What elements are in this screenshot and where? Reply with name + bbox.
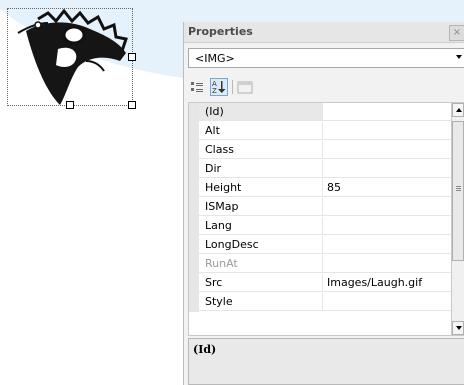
- property-name: Style: [199, 293, 323, 311]
- property-name: Class: [199, 141, 323, 159]
- property-row[interactable]: Dir: [189, 160, 451, 179]
- property-row[interactable]: Src Images/Laugh.gif: [189, 274, 451, 293]
- property-row[interactable]: (Id): [189, 103, 451, 122]
- row-margin: [189, 160, 199, 179]
- row-margin: [189, 255, 199, 274]
- property-value[interactable]: [323, 293, 451, 311]
- property-row[interactable]: RunAt: [189, 255, 451, 274]
- grip-icon: [456, 186, 461, 187]
- scroll-up-button[interactable]: [452, 103, 464, 117]
- object-selector-value: <IMG>: [195, 52, 235, 65]
- property-value[interactable]: [323, 217, 451, 235]
- row-margin: [189, 198, 199, 217]
- scroll-thumb[interactable]: [452, 121, 464, 261]
- categorized-button[interactable]: [188, 78, 206, 96]
- selected-image[interactable]: [7, 8, 136, 109]
- property-row[interactable]: ISMap: [189, 198, 451, 217]
- chevron-down-icon[interactable]: [456, 55, 462, 59]
- property-value[interactable]: [323, 198, 451, 216]
- property-name: Lang: [199, 217, 323, 235]
- property-name: (Id): [199, 103, 323, 121]
- row-margin: [189, 274, 199, 293]
- resize-handle-bottom[interactable]: [66, 101, 74, 109]
- properties-window: Properties × <IMG> A Z (Id) Alt Class Di…: [183, 22, 464, 385]
- property-value[interactable]: [323, 141, 451, 159]
- property-row[interactable]: Style: [189, 293, 451, 312]
- object-selector[interactable]: <IMG>: [188, 48, 464, 68]
- close-icon[interactable]: ×: [449, 25, 464, 41]
- svg-text:Z: Z: [212, 87, 217, 95]
- row-margin: [189, 179, 199, 198]
- description-pane: (Id): [188, 338, 464, 385]
- categorized-icon: [191, 82, 203, 92]
- property-value[interactable]: 85: [323, 179, 451, 197]
- chevron-up-icon: [456, 108, 462, 112]
- property-value[interactable]: Images/Laugh.gif: [323, 274, 451, 292]
- property-name: ISMap: [199, 198, 323, 216]
- property-name: Dir: [199, 160, 323, 178]
- row-margin: [189, 141, 199, 160]
- property-pages-icon: [237, 81, 253, 94]
- laughing-face-image: [17, 9, 128, 105]
- property-grid: (Id) Alt Class Dir Height 85 ISMap Lang …: [188, 102, 452, 336]
- row-margin: [189, 293, 199, 312]
- chevron-down-icon: [456, 326, 462, 330]
- property-value[interactable]: [323, 236, 451, 254]
- property-pages-button[interactable]: [236, 78, 254, 96]
- property-name: Src: [199, 274, 323, 292]
- properties-title: Properties: [188, 25, 253, 38]
- property-name: RunAt: [199, 255, 323, 273]
- property-name: LongDesc: [199, 236, 323, 254]
- resize-handle-corner[interactable]: [128, 101, 136, 109]
- scroll-down-button[interactable]: [452, 321, 464, 335]
- property-value[interactable]: [323, 160, 451, 178]
- property-row[interactable]: Lang: [189, 217, 451, 236]
- property-value[interactable]: [323, 103, 451, 121]
- resize-handle-right[interactable]: [128, 53, 136, 61]
- properties-toolbar: A Z: [188, 76, 308, 98]
- row-margin: [189, 103, 199, 122]
- property-row[interactable]: Class: [189, 141, 451, 160]
- property-name: Height: [199, 179, 323, 197]
- row-margin: [189, 122, 199, 141]
- alphabetical-button[interactable]: A Z: [210, 78, 228, 96]
- property-name: Alt: [199, 122, 323, 140]
- property-value[interactable]: [323, 122, 451, 140]
- description-title: (Id): [193, 343, 217, 356]
- alphabetical-icon: A Z: [212, 80, 226, 95]
- toolbar-separator: [232, 80, 233, 94]
- property-grid-scrollbar[interactable]: [452, 102, 464, 336]
- property-value[interactable]: [323, 255, 451, 273]
- property-row[interactable]: Height 85: [189, 179, 451, 198]
- properties-titlebar: Properties ×: [184, 22, 464, 43]
- row-margin: [189, 236, 199, 255]
- row-margin: [189, 217, 199, 236]
- property-row[interactable]: LongDesc: [189, 236, 451, 255]
- property-row[interactable]: Alt: [189, 122, 451, 141]
